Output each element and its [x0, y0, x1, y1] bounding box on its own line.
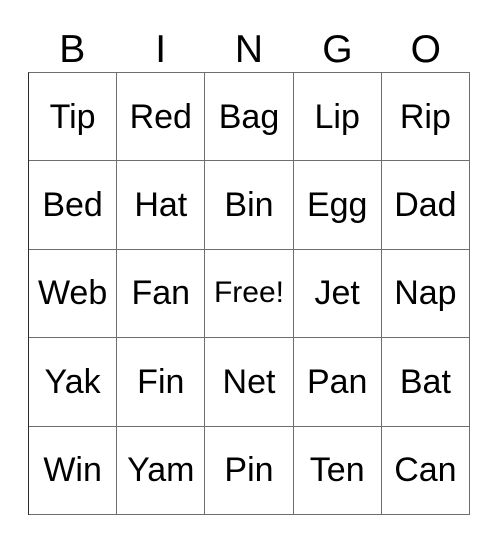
bingo-cell-label: Red: [129, 97, 192, 136]
bingo-cell-r3c1[interactable]: Web: [29, 249, 118, 339]
bingo-cell-label: Rip: [399, 97, 451, 136]
bingo-cell-r2c5[interactable]: Dad: [381, 161, 470, 250]
bingo-cell-label: Ten: [309, 451, 365, 490]
bingo-cell-r5c4[interactable]: Ten: [293, 426, 382, 515]
bingo-cell-r3c5[interactable]: Nap: [381, 249, 470, 339]
bingo-cell-label: Hat: [134, 186, 188, 225]
header-letter-n: N: [234, 28, 264, 71]
bingo-cell-label: Pin: [224, 451, 274, 490]
bingo-cell-r2c3[interactable]: Bin: [205, 161, 294, 250]
header-letter-b: B: [59, 28, 86, 71]
header-letter-o: O: [410, 28, 441, 71]
bingo-header-row: B I N G O: [28, 22, 470, 72]
bingo-cell-label: Egg: [306, 186, 368, 225]
bingo-cell-r5c1[interactable]: Win: [29, 426, 118, 515]
bingo-grid: Tip Red Bag Lip Rip Bed Hat Bin Egg Dad …: [28, 72, 470, 515]
bingo-cell-label: Dad: [394, 186, 457, 225]
bingo-cell-r2c1[interactable]: Bed: [29, 161, 118, 250]
bingo-free-space-label: Free!: [213, 276, 284, 310]
bingo-cell-label: Fin: [137, 362, 185, 401]
bingo-cell-label: Jet: [314, 274, 360, 313]
bingo-cell-label: Bin: [224, 186, 274, 225]
bingo-cell-r3c2[interactable]: Fan: [117, 249, 206, 339]
bingo-cell-r3c4[interactable]: Jet: [293, 249, 382, 339]
header-letter-g: G: [322, 28, 353, 71]
bingo-cell-r4c4[interactable]: Pan: [293, 338, 382, 427]
bingo-card: B I N G O Tip Red Bag Lip Rip Bed Hat Bi…: [0, 0, 500, 544]
bingo-cell-r4c5[interactable]: Bat: [381, 338, 470, 427]
bingo-cell-label: Fan: [131, 274, 191, 313]
bingo-cell-r5c2[interactable]: Yam: [117, 426, 206, 515]
bingo-cell-r5c3[interactable]: Pin: [205, 426, 294, 515]
bingo-cell-r1c1[interactable]: Tip: [29, 73, 118, 162]
bingo-cell-r1c5[interactable]: Rip: [381, 73, 470, 162]
bingo-cell-free-space[interactable]: Free!: [205, 249, 294, 339]
bingo-cell-r1c2[interactable]: Red: [117, 73, 206, 162]
bingo-cell-label: Can: [394, 451, 457, 490]
bingo-cell-label: Pan: [306, 362, 368, 401]
bingo-cell-label: Lip: [314, 97, 360, 136]
bingo-cell-label: Tip: [49, 97, 96, 136]
bingo-cell-label: Web: [37, 274, 108, 313]
bingo-cell-label: Yak: [44, 362, 101, 401]
bingo-cell-r1c3[interactable]: Bag: [205, 73, 294, 162]
bingo-cell-r4c1[interactable]: Yak: [29, 338, 118, 427]
bingo-cell-r2c4[interactable]: Egg: [293, 161, 382, 250]
bingo-cell-r4c2[interactable]: Fin: [117, 338, 206, 427]
bingo-cell-label: Bed: [42, 186, 103, 225]
bingo-cell-r5c5[interactable]: Can: [381, 426, 470, 515]
bingo-cell-label: Win: [43, 451, 102, 490]
bingo-cell-label: Bat: [399, 362, 451, 401]
header-letter-i: I: [155, 28, 167, 71]
bingo-cell-label: Yam: [127, 451, 195, 490]
bingo-cell-label: Nap: [394, 274, 457, 313]
bingo-cell-r4c3[interactable]: Net: [205, 338, 294, 427]
bingo-cell-r1c4[interactable]: Lip: [293, 73, 382, 162]
bingo-cell-label: Bag: [218, 97, 280, 136]
bingo-cell-label: Net: [222, 362, 276, 401]
bingo-cell-r2c2[interactable]: Hat: [117, 161, 206, 250]
